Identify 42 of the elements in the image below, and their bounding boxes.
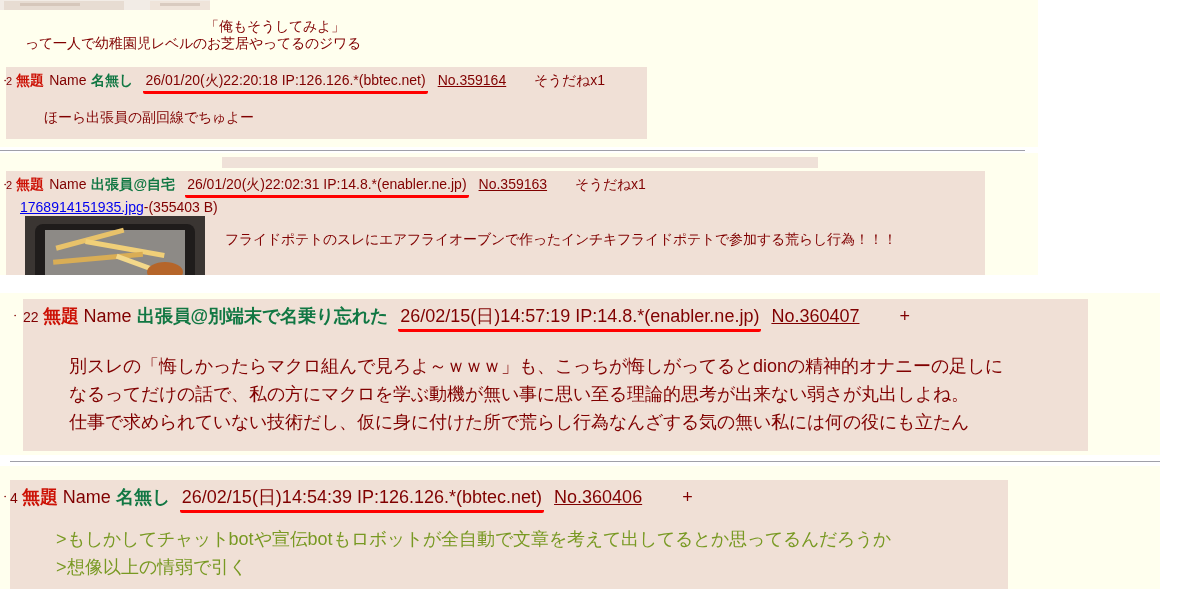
post-text: って一人で幼稚園児レベルのお芝居やってるのジワる [25,35,362,52]
reaction-count: そうだねx1 [534,72,605,90]
reaction-button[interactable]: + [899,306,910,327]
post-date: 26/02/15(日)14:54:39 IP:126.126.*(bbtec.net) [179,485,545,513]
post-marker: ・ [0,178,6,192]
name-label: Name [49,176,87,192]
post-text: 別スレの「悔しかったらマクロ組んで見ろよ～ｗｗｗ」も、こっちが悔しがってるとdionの精神的オナニーの足しになるってだけの話で、私の方にマクロを学ぶ動機が無い事に思い至る理論的思考が出来ない弱さが丸出しよね。 [69,355,1005,406]
name-label: Name [83,306,132,327]
poster-name: 出張員@別端末で名乗り忘れた [136,305,389,328]
post-text: 「俺もそうしてみよ」 [205,18,346,35]
post-date: 26/01/20(火)22:20:18 IP:126.126.*(bbtec.net) [143,72,428,94]
poster-name: 名無し [115,486,170,509]
post-number-link[interactable]: No.359163 [478,176,548,192]
poster-name: 名無し [91,72,134,90]
post-text: 仕事で求められていない技術だし、仮に身に付けた所で荒らし行為なんざする気の無い私には何の役にも立たん [69,411,970,434]
post-text: ほーら出張員の副回線でちゅよー [44,108,254,126]
reaction-count: そうだねx1 [575,176,646,194]
post-date: 26/02/15(日)14:57:19 IP:14.8.*(enabler.ne.jp) [398,304,762,332]
post-date: 26/01/20(火)22:02:31 IP:14.8.*(enabler.ne.jp) [185,176,469,198]
reply-index: 22 [23,309,39,325]
post-subject: 無題 [21,486,58,509]
post-number-link[interactable]: No.360406 [554,487,643,508]
post-marker: ・ [0,490,10,504]
reply-index: 2 [6,75,13,87]
post-subject: 無題 [16,176,45,194]
post-subject: 無題 [16,72,45,90]
post-marker: ・ [0,74,6,88]
name-label: Name [49,72,87,88]
file-link[interactable]: 1768914151935.jpg [20,199,144,215]
reply-index: 4 [10,490,18,506]
quote-text: >もしかしてチャットbotや宣伝botもロボットが全自動で文章を考えて出してるとか思ってるんだろうか [56,528,892,551]
post-marker: ・ [10,309,21,323]
quote-text: >想像以上の情弱で引く [56,556,248,579]
post-number-link[interactable]: No.360407 [771,306,860,327]
file-size: -(355403 B) [143,199,218,215]
post-number-link[interactable]: No.359164 [437,72,507,88]
poster-name: 出張員@自宅 [91,176,176,194]
post-subject: 無題 [42,305,79,328]
reply-index: 2 [6,179,13,191]
post-text: フライドポテトのスレにエアフライオーブンで作ったインチキフライドポテトで参加する荒らし行為！！！ [225,230,897,248]
reaction-button[interactable]: + [682,487,693,508]
name-label: Name [62,487,111,508]
